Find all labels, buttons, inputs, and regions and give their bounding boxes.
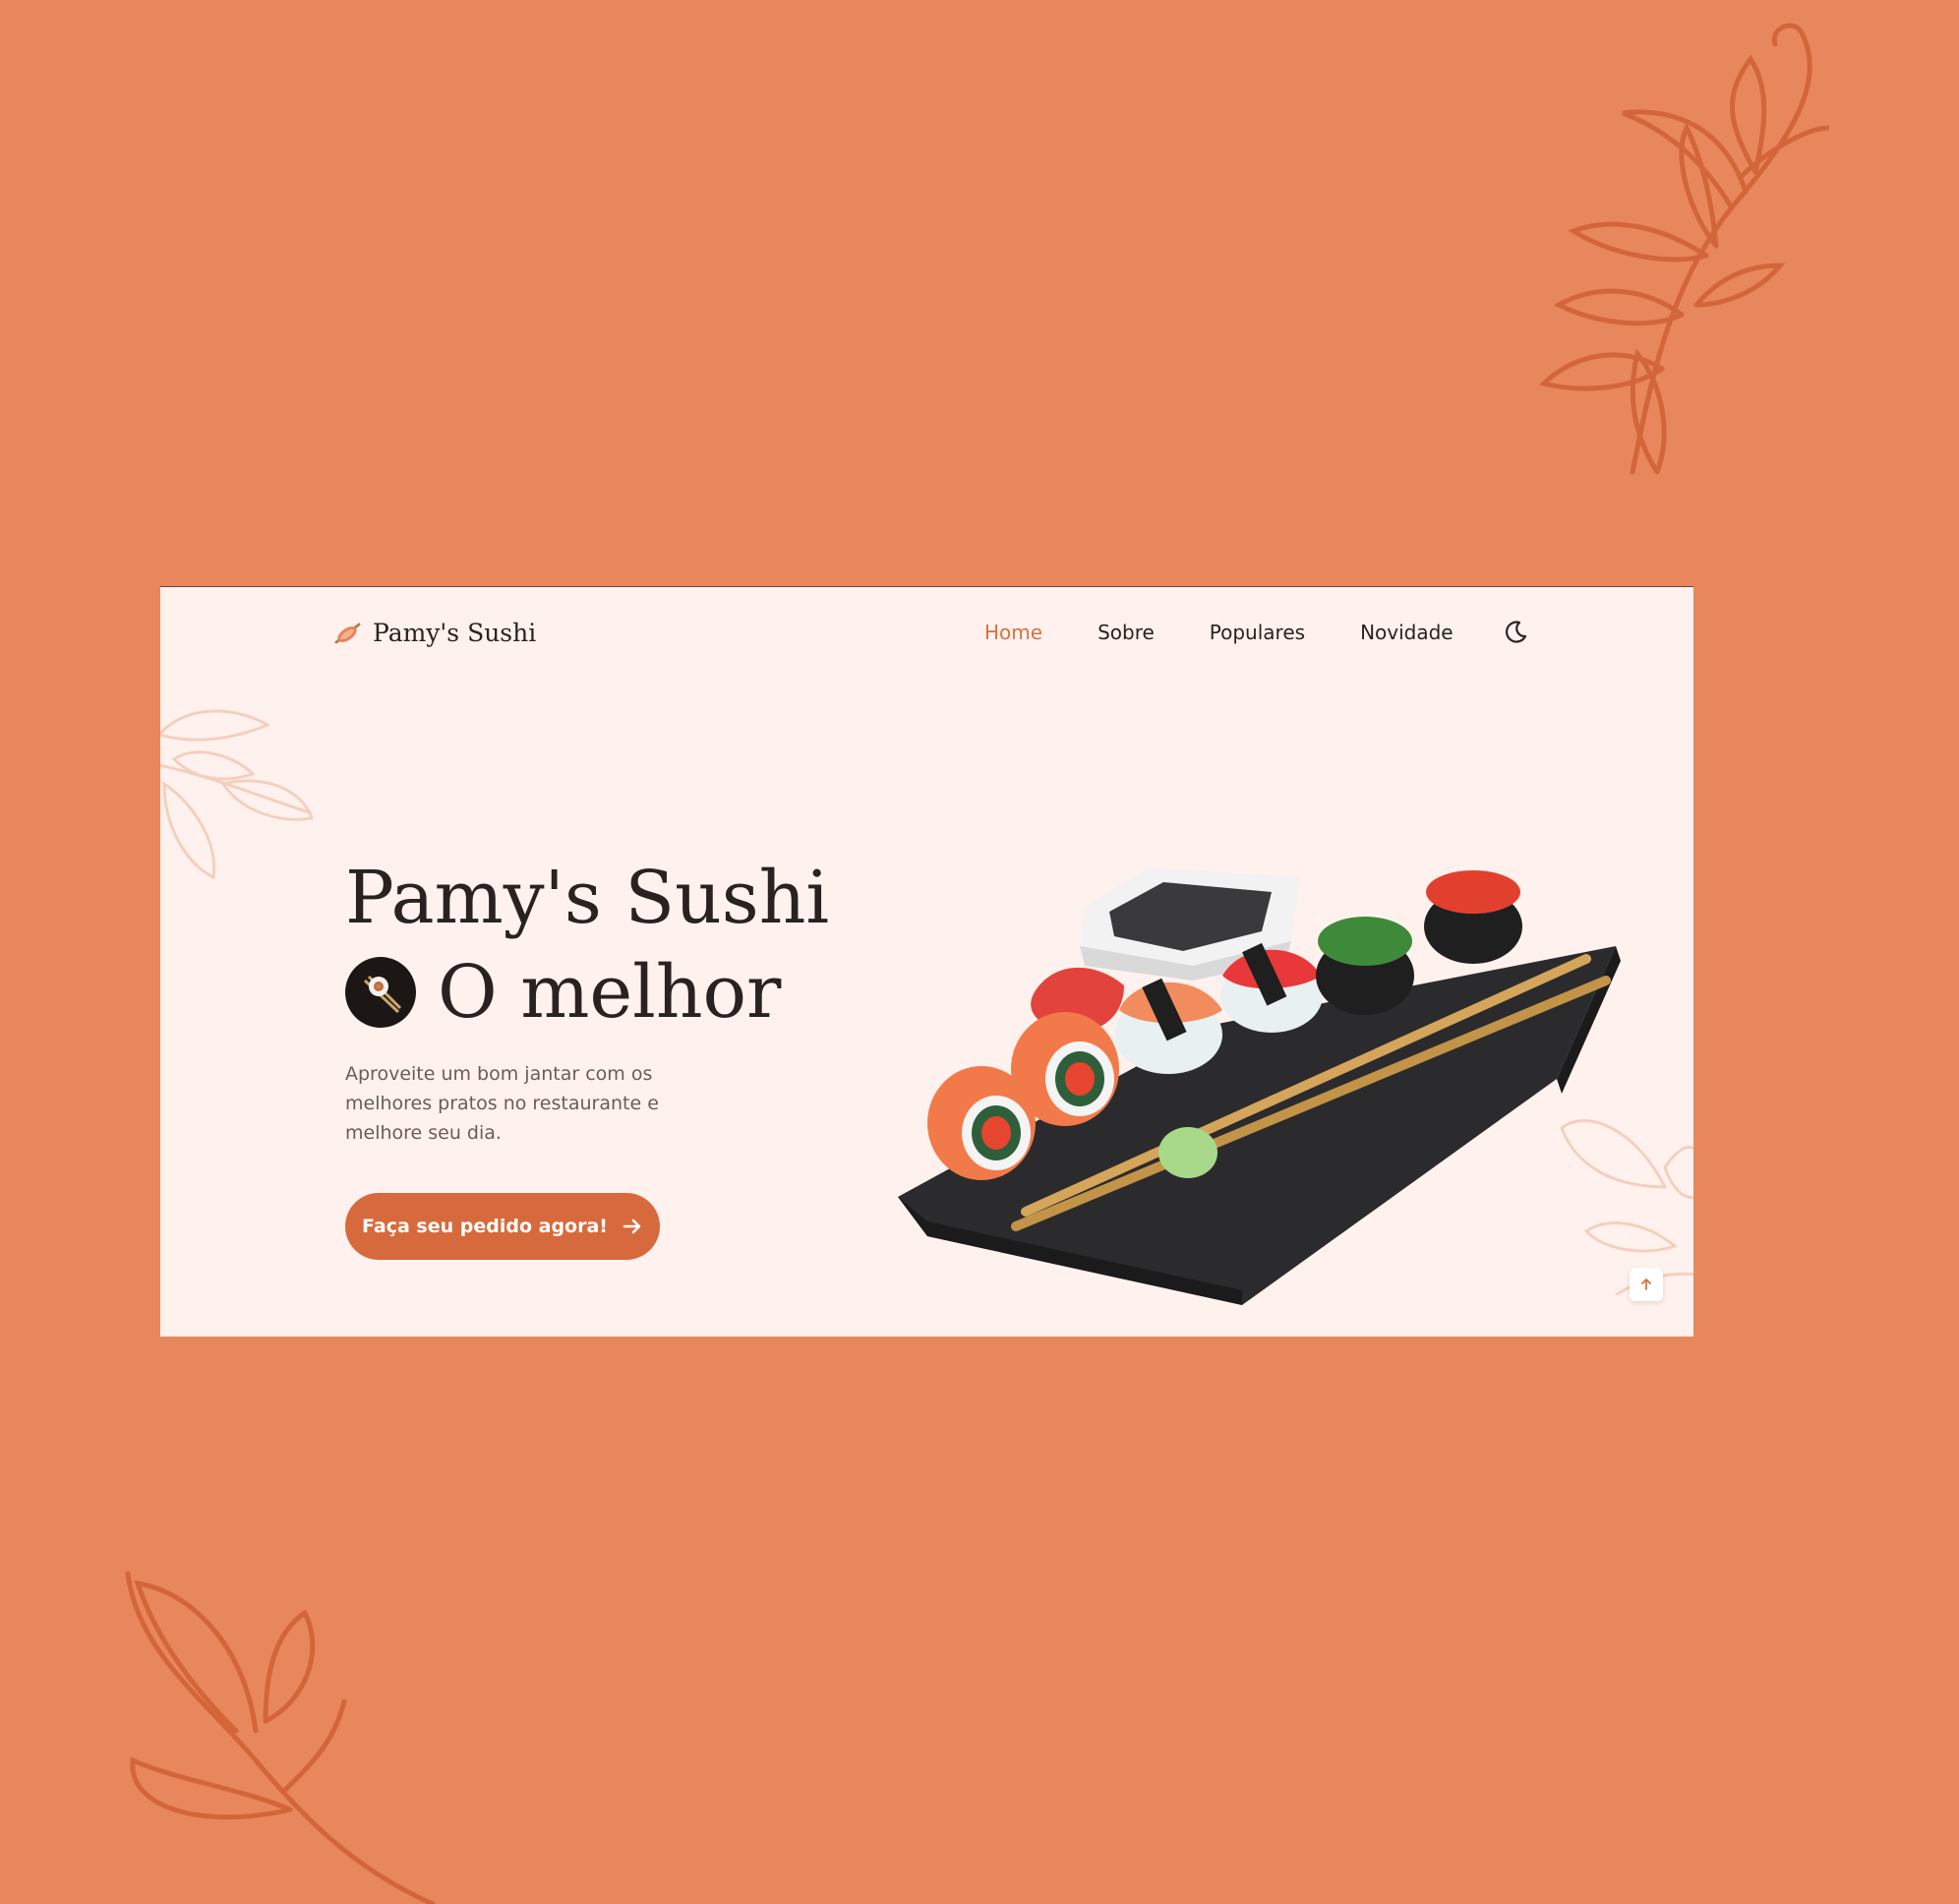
order-now-label: Faça seu pedido agora! [362,1216,608,1237]
order-now-button[interactable]: Faça seu pedido agora! [345,1193,660,1260]
nav-link-home[interactable]: Home [984,621,1042,644]
hero-title-line2-wrap: O melhor [345,945,829,1040]
moon-icon[interactable] [1502,619,1529,646]
site-header: Pamy's Sushi Home Sobre Populares Novida… [160,587,1693,685]
arrow-right-icon [623,1219,641,1234]
sushi-chopsticks-icon [345,957,416,1028]
arrow-up-icon [1641,1279,1651,1290]
nav-link-populares[interactable]: Populares [1210,621,1305,644]
leaf-branch-decoration [125,1571,436,1904]
sushi-roll-icon [334,623,361,643]
nav-link-novidade[interactable]: Novidade [1360,621,1454,644]
website-frame: Pamy's Sushi Home Sobre Populares Novida… [160,586,1693,1337]
hero-description: Aproveite um bom jantar com os melhores … [345,1063,659,1144]
hero-title-line2: O melhor [438,950,782,1035]
logo[interactable]: Pamy's Sushi [333,619,536,647]
leaf-branch-decoration [1539,23,1829,475]
sushi-board-image [898,867,1621,1305]
hero-title-line1: Pamy's Sushi [345,856,830,940]
main-nav: Home Sobre Populares Novidade [984,621,1454,644]
hero-title: Pamy's Sushi O melhor [345,851,829,1040]
nav-link-sobre[interactable]: Sobre [1098,621,1155,644]
scroll-top-button[interactable] [1630,1268,1663,1301]
logo-text: Pamy's Sushi [373,619,537,647]
leaf-decoration [160,709,314,880]
